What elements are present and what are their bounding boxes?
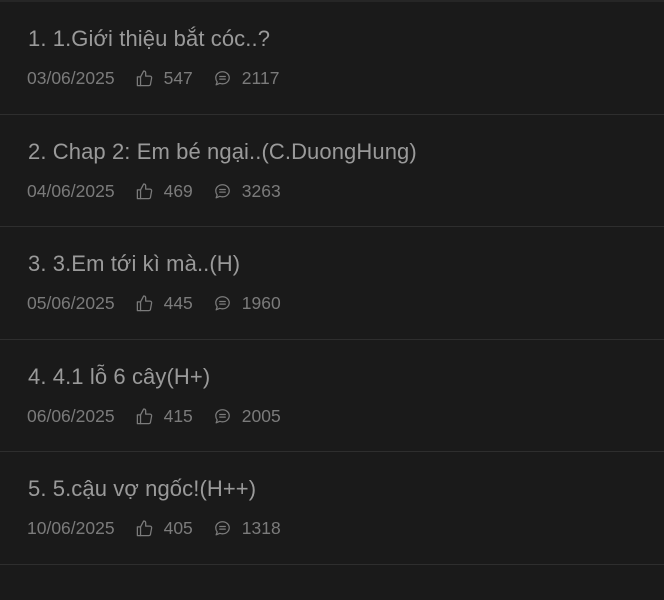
chapter-meta: 04/06/2025 469 3263: [27, 181, 281, 202]
chapter-date: 06/06/2025: [27, 405, 115, 426]
comment-icon: [213, 294, 233, 314]
like-count: 415: [163, 405, 193, 426]
thumbs-up-icon: [135, 519, 155, 539]
chapter-meta: 10/06/2025 405 1318: [27, 518, 281, 539]
chapter-date: 03/06/2025: [27, 68, 115, 88]
chapter-title[interactable]: 1. 1.Giới thiệu bắt cóc..?: [28, 26, 270, 52]
chapter-date: 05/06/2025: [27, 293, 115, 313]
chapter-meta: 06/06/2025 415 2005: [27, 406, 281, 427]
like-count: 547: [163, 68, 193, 88]
chapter-title[interactable]: 4. 4.1 lỗ 6 cây(H+): [28, 364, 210, 390]
comment-icon: [213, 69, 233, 89]
chapter-item[interactable]: 1. 1.Giới thiệu bắt cóc..? 03/06/2025 54…: [0, 2, 664, 115]
like-count: 445: [163, 293, 193, 313]
chapter-list: 1. 1.Giới thiệu bắt cóc..? 03/06/2025 54…: [0, 2, 664, 565]
thumbs-up-icon: [135, 294, 155, 314]
chapter-meta: 03/06/2025 547 2117: [27, 68, 279, 89]
chapter-item[interactable]: 3. 3.Em tới kì mà..(H) 05/06/2025 445 19…: [0, 227, 664, 340]
chapter-title[interactable]: 3. 3.Em tới kì mà..(H): [28, 251, 240, 277]
comment-count: 2117: [241, 68, 280, 88]
like-count: 469: [163, 180, 193, 201]
comment-icon: [213, 181, 233, 201]
comment-count: 2005: [241, 405, 281, 426]
comment-icon: [213, 406, 233, 426]
comment-count: 1318: [241, 518, 281, 538]
comment-count: 1960: [241, 293, 281, 313]
chapter-item[interactable]: 4. 4.1 lỗ 6 cây(H+) 06/06/2025 415 2005: [0, 340, 664, 452]
chapter-title[interactable]: 2. Chap 2: Em bé ngại..(C.DuongHung): [28, 139, 417, 165]
chapter-meta: 05/06/2025 445 1960: [27, 293, 281, 314]
chapter-title[interactable]: 5. 5.cậu vợ ngốc!(H++): [28, 476, 256, 502]
thumbs-up-icon: [135, 181, 155, 201]
like-count: 405: [163, 518, 193, 538]
thumbs-up-icon: [135, 406, 155, 426]
thumbs-up-icon: [135, 69, 155, 89]
chapter-date: 04/06/2025: [27, 180, 115, 201]
chapter-date: 10/06/2025: [27, 518, 115, 538]
chapter-item[interactable]: 2. Chap 2: Em bé ngại..(C.DuongHung) 04/…: [0, 115, 664, 227]
chapter-item[interactable]: 5. 5.cậu vợ ngốc!(H++) 10/06/2025 405 13…: [0, 452, 664, 565]
comment-count: 3263: [241, 180, 281, 201]
comment-icon: [213, 519, 233, 539]
